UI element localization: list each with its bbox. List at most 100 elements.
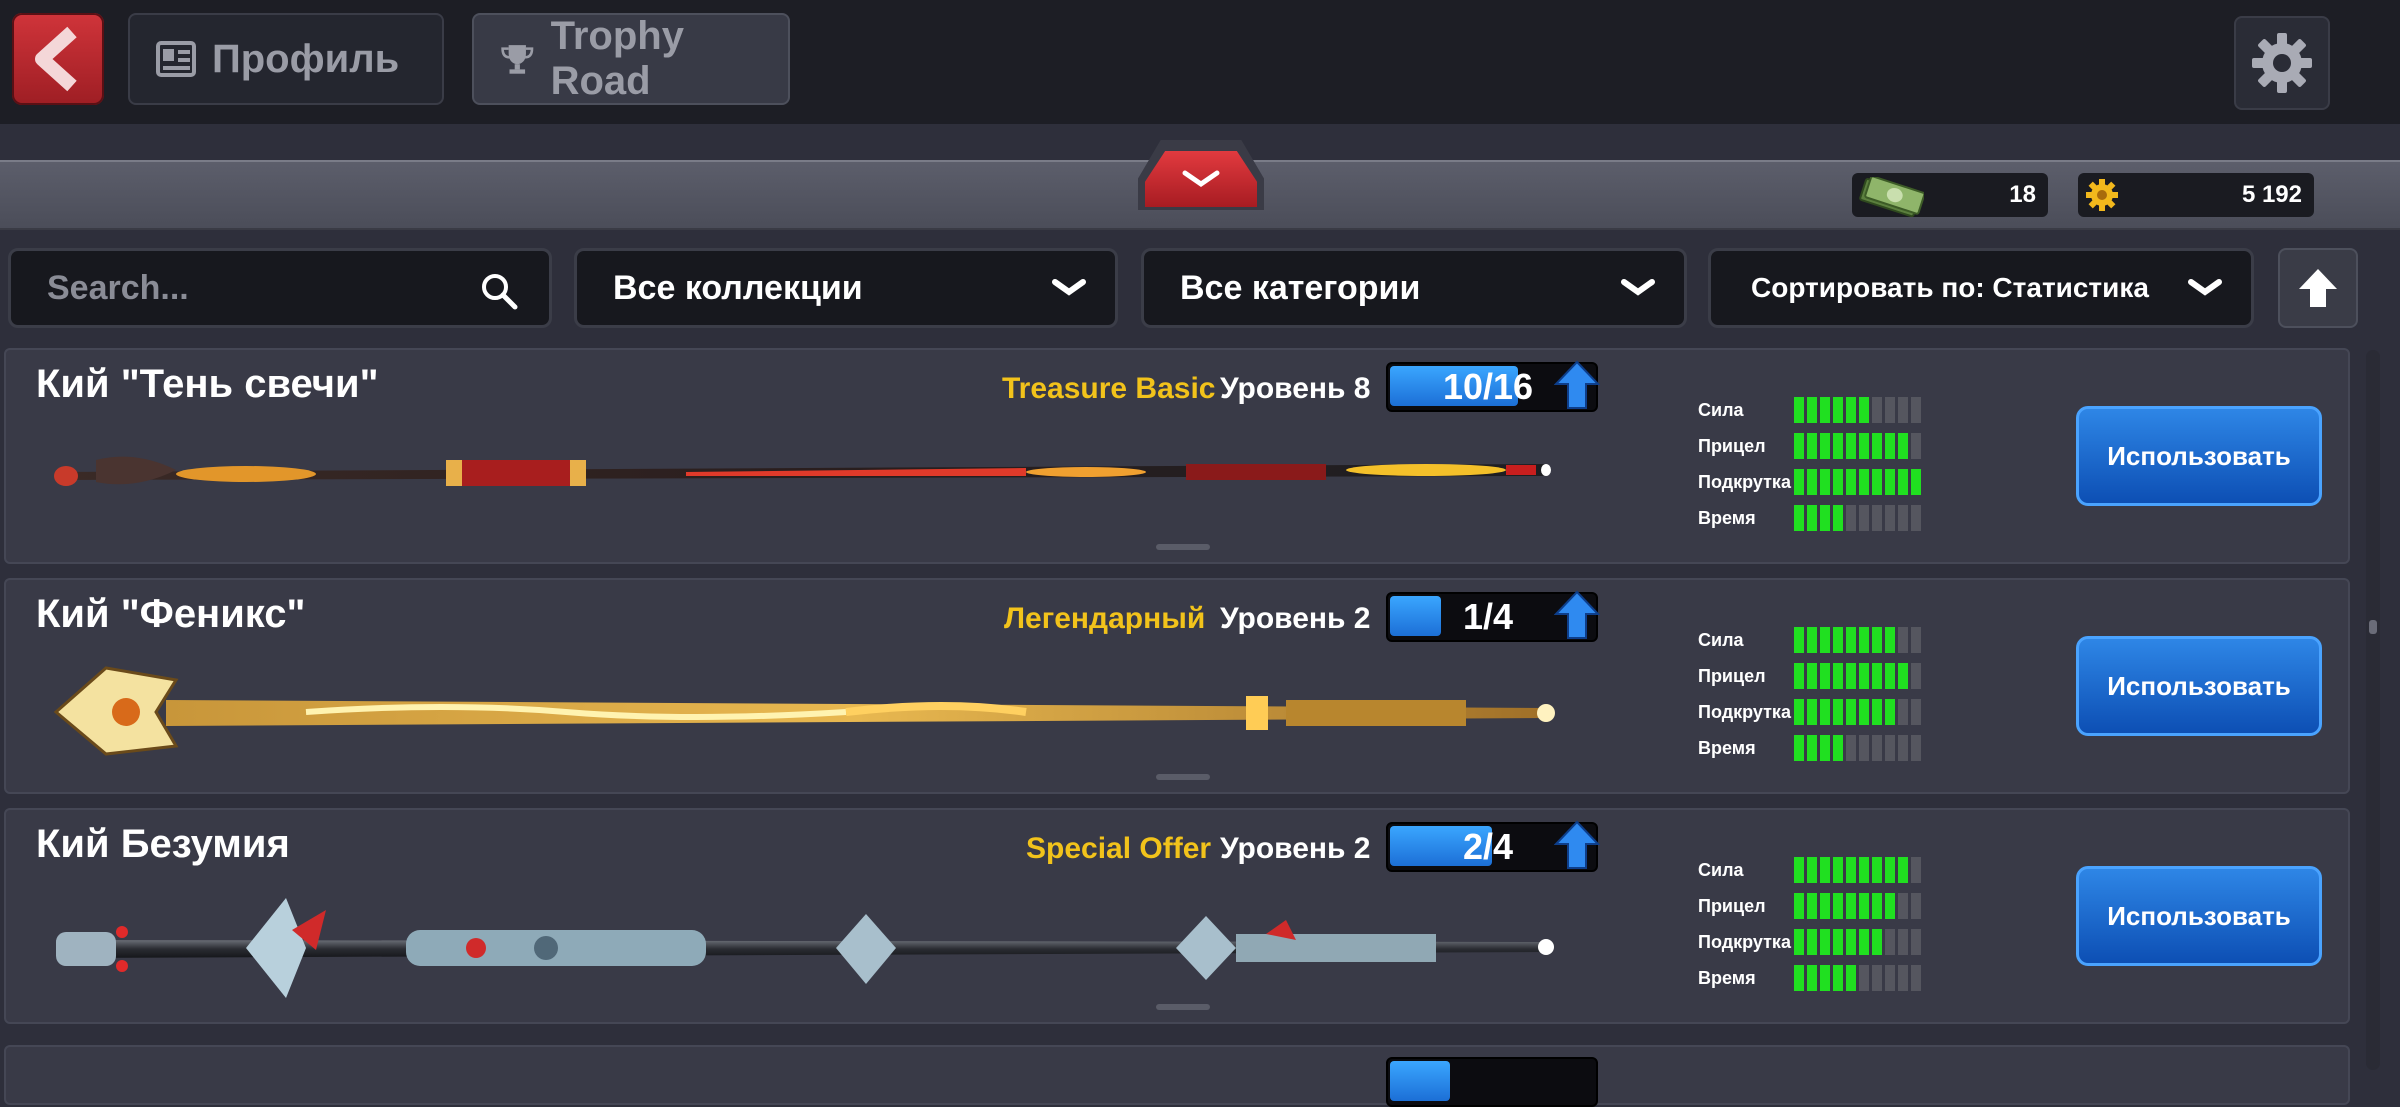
stat-row: Подкрутка — [1698, 464, 1921, 500]
collapse-toggle-button[interactable] — [1138, 140, 1264, 210]
stat-segment — [1833, 627, 1843, 653]
stat-segment — [1846, 735, 1856, 761]
upgrade-arrow-icon[interactable] — [1554, 590, 1600, 640]
stat-segment — [1911, 893, 1921, 919]
expand-handle[interactable] — [1156, 544, 1210, 550]
cue-card[interactable]: Кий Безумия Special Offer Уровень 2 2/4 — [4, 808, 2350, 1024]
expand-handle[interactable] — [1156, 1004, 1210, 1010]
sort-direction-button[interactable] — [2278, 248, 2358, 328]
stat-segment — [1898, 929, 1908, 955]
cash-value: 18 — [2009, 181, 2036, 208]
stat-segment — [1820, 857, 1830, 883]
stat-segment — [1807, 469, 1817, 495]
stat-segment — [1872, 433, 1882, 459]
stat-label: Сила — [1698, 629, 1744, 650]
stat-segment — [1833, 929, 1843, 955]
stat-segment — [1820, 663, 1830, 689]
stat-segment — [1859, 735, 1869, 761]
tab-trophy-road[interactable]: Trophy Road — [472, 13, 790, 105]
stat-segment — [1794, 663, 1804, 689]
stat-segment — [1794, 433, 1804, 459]
upgrade-arrow-icon[interactable] — [1554, 820, 1600, 870]
stat-segment — [1820, 397, 1830, 423]
upgrade-arrow-icon[interactable] — [1554, 360, 1600, 410]
scrollbar-thumb[interactable] — [2369, 620, 2377, 634]
back-button[interactable] — [12, 13, 104, 105]
search-icon — [482, 274, 518, 310]
cue-rarity: Special Offer — [1026, 832, 1212, 865]
cue-level: Уровень 8 — [1220, 372, 1371, 405]
stat-segment — [1820, 929, 1830, 955]
stat-segment — [1872, 469, 1882, 495]
stat-segment — [1833, 663, 1843, 689]
stat-segment — [1859, 469, 1869, 495]
stat-segment — [1885, 627, 1895, 653]
chevron-left-icon — [35, 26, 77, 92]
sort-dropdown-value: Сортировать по: Статистика — [1751, 272, 2149, 303]
stat-segment — [1898, 469, 1908, 495]
stat-segment — [1846, 469, 1856, 495]
stat-segment — [1872, 857, 1882, 883]
stat-bar — [1794, 893, 1921, 919]
coins-counter: 5 192 — [2078, 173, 2314, 217]
stat-bar — [1794, 965, 1921, 991]
tab-profile[interactable]: Профиль — [128, 13, 444, 105]
stat-segment — [1872, 699, 1882, 725]
stat-row: Прицел — [1698, 658, 1921, 694]
use-button[interactable]: Использовать — [2076, 866, 2322, 966]
chevron-down-icon — [1621, 279, 1655, 296]
stat-segment — [1794, 893, 1804, 919]
cue-image-wrap — [46, 660, 1566, 765]
stat-segment — [1872, 893, 1882, 919]
use-button[interactable]: Использовать — [2076, 636, 2322, 736]
stat-segment — [1807, 893, 1817, 919]
collection-dropdown-value: Все коллекции — [613, 268, 863, 307]
stat-segment — [1859, 663, 1869, 689]
stat-bar — [1794, 397, 1921, 423]
stat-bar — [1794, 735, 1921, 761]
stat-segment — [1794, 469, 1804, 495]
stat-segment — [1807, 929, 1817, 955]
cue-image — [53, 666, 1555, 756]
cue-image-wrap — [46, 430, 1566, 515]
stat-segment — [1898, 663, 1908, 689]
stat-segment — [1911, 397, 1921, 423]
expand-handle[interactable] — [1156, 774, 1210, 780]
stat-segment — [1885, 433, 1895, 459]
stat-bar — [1794, 663, 1921, 689]
stat-segment — [1911, 699, 1921, 725]
stat-segment — [1794, 397, 1804, 423]
stat-row: Сила — [1698, 392, 1921, 428]
cue-card[interactable]: Кий "Феникс" Легендарный Уровень 2 1/4 С… — [4, 578, 2350, 794]
stat-segment — [1885, 893, 1895, 919]
stat-segment — [1859, 893, 1869, 919]
stat-segment — [1820, 627, 1830, 653]
stat-row: Сила — [1698, 852, 1921, 888]
stat-segment — [1859, 699, 1869, 725]
stat-segment — [1872, 929, 1882, 955]
category-dropdown[interactable]: Все категории — [1141, 248, 1687, 328]
cue-level: Уровень 2 — [1220, 832, 1371, 865]
collection-dropdown[interactable]: Все коллекции — [574, 248, 1118, 328]
stat-segment — [1846, 699, 1856, 725]
stat-bar — [1794, 469, 1921, 495]
sort-dropdown[interactable]: Сортировать по: Статистика — [1708, 248, 2254, 328]
stat-segment — [1911, 929, 1921, 955]
stat-label: Прицел — [1698, 665, 1766, 686]
stat-segment — [1820, 965, 1830, 991]
settings-button[interactable] — [2234, 16, 2330, 110]
use-button[interactable]: Использовать — [2076, 406, 2322, 506]
stat-row: Время — [1698, 730, 1921, 766]
cue-card[interactable]: Кий "Тень свечи" Treasure Basic Уровень … — [4, 348, 2350, 564]
stat-segment — [1872, 627, 1882, 653]
stat-segment — [1872, 663, 1882, 689]
stat-row: Прицел — [1698, 428, 1921, 464]
stat-segment — [1820, 433, 1830, 459]
scrollbar[interactable] — [2366, 350, 2380, 1070]
stat-label: Подкрутка — [1698, 931, 1791, 952]
search-field[interactable]: Search... — [8, 248, 552, 328]
stat-segment — [1898, 627, 1908, 653]
stat-segment — [1833, 469, 1843, 495]
stat-segment — [1846, 627, 1856, 653]
stat-segment — [1885, 929, 1895, 955]
